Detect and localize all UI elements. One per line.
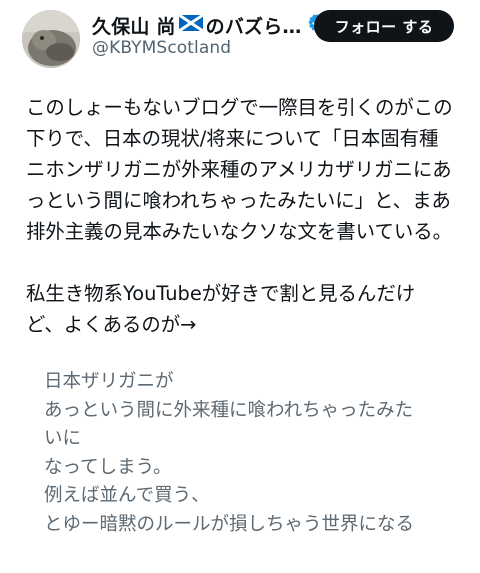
quote-line: あっという間に外来種に喰われちゃったみた [44, 399, 414, 421]
text-line: ニホンザリガニが外来種のアメリカザリガニにあ [26, 158, 452, 181]
avatar[interactable] [22, 10, 80, 68]
name-row: 久保山 尚 のバズら… [92, 12, 327, 38]
tweet-view: 久保山 尚 のバズら… @KBYMScotland フォロー する このしょーも… [0, 0, 480, 573]
text-line: 排外主義の見本みたいなクソな文を書いている。 [26, 220, 453, 243]
post-text: このしょーもないブログで一際目を引くのがこの 下りで、日本の現状/将来について「… [26, 92, 466, 340]
scotland-flag-icon [177, 13, 204, 35]
quoted-text: 日本ザリガニが あっという間に外来種に喰われちゃったみた いに なってしまう。 … [44, 368, 464, 540]
follow-button[interactable]: フォロー する [314, 10, 454, 42]
quote-line: とゆー暗黙のルールが損しちゃう世界になる [44, 513, 415, 535]
quote-line: なってしまう。 [44, 456, 172, 478]
quote-line: 例えば並んで買う、 [44, 485, 210, 507]
text-line: ど、よくあるのが→ [26, 313, 197, 336]
display-name[interactable]: 久保山 尚 [92, 12, 176, 39]
text-line: このしょーもないブログで一際目を引くのがこの [26, 96, 453, 119]
text-line: 下りで、日本の現状/将来について「日本固有種 [26, 127, 439, 150]
quote-line: 日本ザリガニが [44, 371, 174, 392]
post-header: 久保山 尚 のバズら… @KBYMScotland フォロー する [0, 0, 480, 78]
quote-line: いに [44, 428, 82, 450]
text-line: っという間に喰われちゃったみたいに」と、まあ [26, 189, 451, 212]
avatar-image [22, 10, 80, 68]
user-handle[interactable]: @KBYMScotland [92, 38, 231, 58]
post-paragraph-1: このしょーもないブログで一際目を引くのがこの 下りで、日本の現状/将来について「… [26, 92, 466, 247]
display-name-suffix[interactable]: のバズら… [206, 12, 302, 39]
post-paragraph-2: 私生き物系YouTubeが好きで割と見るんだけ ど、よくあるのが→ [26, 278, 466, 340]
text-line: 私生き物系YouTubeが好きで割と見るんだけ [26, 282, 416, 305]
